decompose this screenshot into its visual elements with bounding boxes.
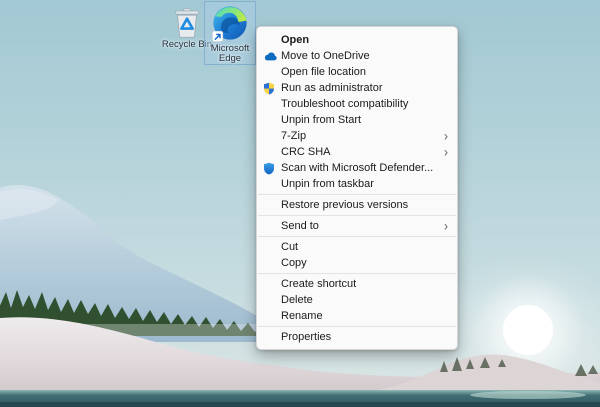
menu-separator bbox=[258, 194, 456, 195]
menu-item-rename[interactable]: Rename bbox=[257, 308, 457, 324]
menu-item-open-file-location[interactable]: Open file location bbox=[257, 64, 457, 80]
sun bbox=[503, 305, 553, 355]
menu-item-cut[interactable]: Cut bbox=[257, 239, 457, 255]
menu-separator bbox=[258, 273, 456, 274]
menu-item-copy[interactable]: Copy bbox=[257, 255, 457, 271]
shortcut-arrow-icon bbox=[212, 31, 222, 41]
desktop-icon-microsoft-edge[interactable]: Microsoft Edge bbox=[204, 1, 256, 65]
menu-separator bbox=[258, 236, 456, 237]
sun-reflection bbox=[470, 391, 586, 399]
menu-item-run-as-administrator[interactable]: Run as administrator bbox=[257, 80, 457, 96]
menu-item-scan-with-defender[interactable]: Scan with Microsoft Defender... bbox=[257, 160, 457, 176]
menu-item-move-to-onedrive[interactable]: Move to OneDrive bbox=[257, 48, 457, 64]
menu-item-properties[interactable]: Properties bbox=[257, 329, 457, 345]
context-menu: Open Move to OneDrive Open file location bbox=[256, 26, 458, 350]
menu-item-delete[interactable]: Delete bbox=[257, 292, 457, 308]
recycle-bin-icon bbox=[169, 7, 205, 39]
menu-item-create-shortcut[interactable]: Create shortcut bbox=[257, 276, 457, 292]
menu-separator bbox=[258, 326, 456, 327]
submenu-arrow-icon: › bbox=[444, 130, 448, 142]
menu-item-unpin-from-taskbar[interactable]: Unpin from taskbar bbox=[257, 176, 457, 192]
onedrive-cloud-icon bbox=[263, 49, 281, 63]
menu-separator bbox=[258, 215, 456, 216]
menu-item-troubleshoot-compatibility[interactable]: Troubleshoot compatibility bbox=[257, 96, 457, 112]
menu-item-crc-sha[interactable]: CRC SHA › bbox=[257, 144, 457, 160]
menu-item-send-to[interactable]: Send to › bbox=[257, 218, 457, 234]
menu-item-unpin-from-start[interactable]: Unpin from Start bbox=[257, 112, 457, 128]
edge-logo-icon bbox=[210, 5, 250, 43]
submenu-arrow-icon: › bbox=[444, 146, 448, 158]
defender-shield-icon bbox=[263, 161, 281, 175]
submenu-arrow-icon: › bbox=[444, 220, 448, 232]
menu-item-restore-previous-versions[interactable]: Restore previous versions bbox=[257, 197, 457, 213]
menu-item-7zip[interactable]: 7-Zip › bbox=[257, 128, 457, 144]
menu-item-open[interactable]: Open bbox=[257, 32, 457, 48]
uac-shield-icon bbox=[263, 81, 281, 95]
icon-label: Microsoft Edge bbox=[204, 44, 256, 64]
desktop[interactable]: Recycle Bin Microsoft Edge bbox=[0, 0, 600, 407]
